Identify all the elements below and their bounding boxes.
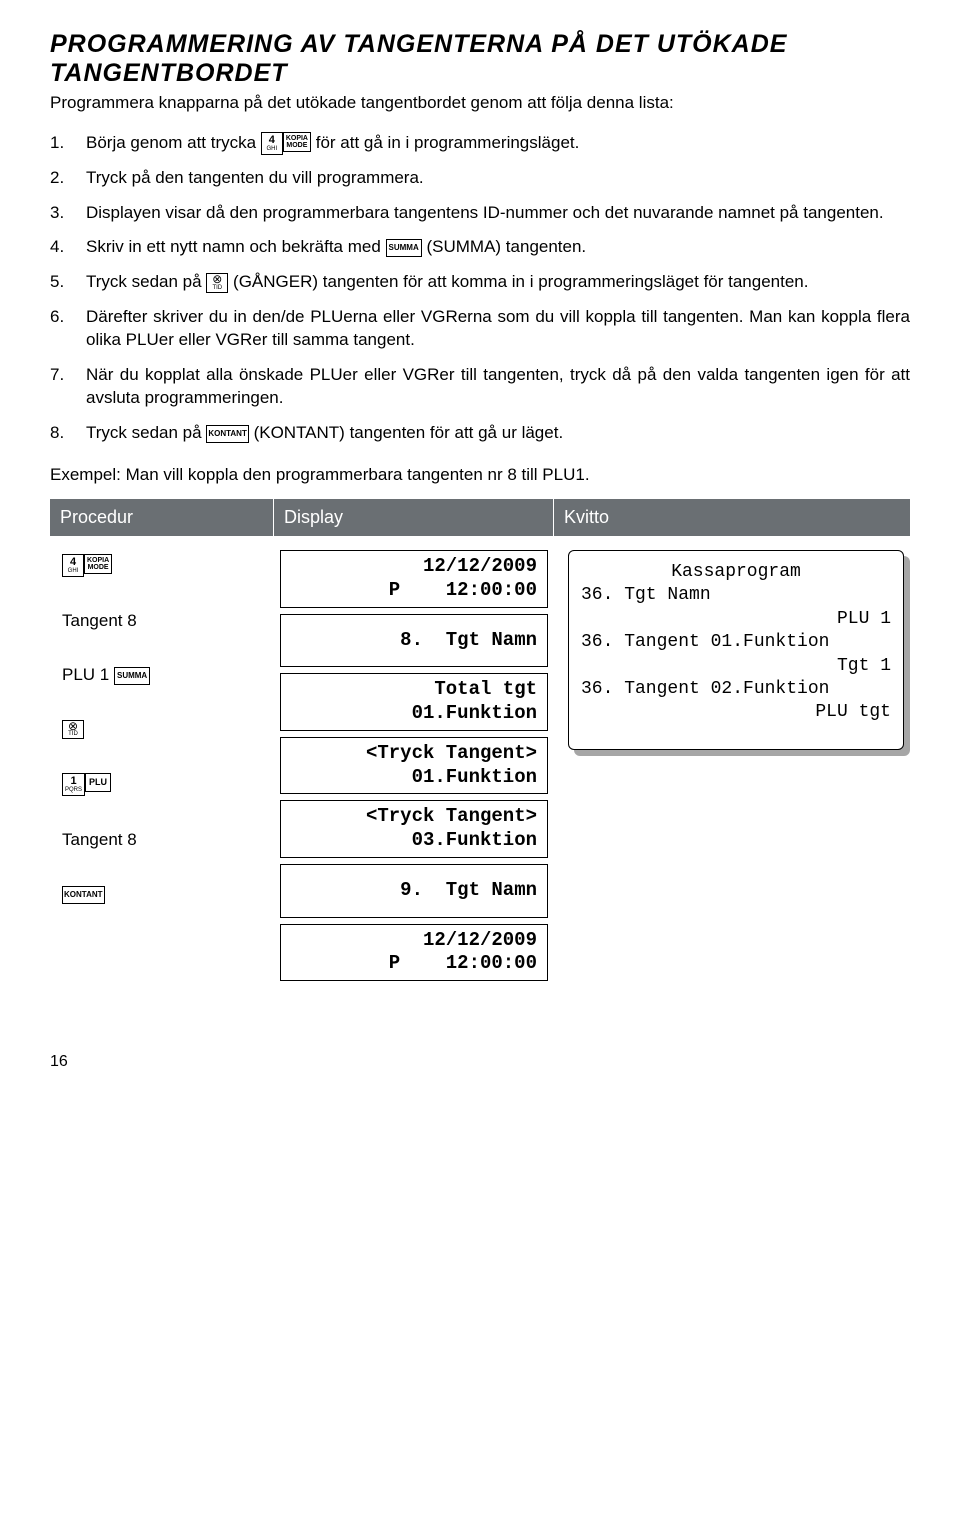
table-header: Procedur Display Kvitto [50, 499, 910, 536]
step-8: Tryck sedan på KONTANT (KONTANT) tangent… [50, 422, 910, 445]
display-box-7: 12/12/2009 P 12:00:00 [280, 924, 548, 982]
key-4: 4GHI [261, 132, 283, 155]
receipt-line-2: 36. Tgt Namn [581, 584, 891, 607]
proc-step-2: Tangent 8 [62, 611, 262, 631]
receipt-column: Kassaprogram 36. Tgt Namn PLU 1 36. Tang… [554, 536, 910, 756]
step-1-text-b: för att gå in i programmeringsläget. [316, 133, 580, 152]
page-number: 16 [50, 1053, 910, 1071]
proc-step-3: PLU 1 SUMMA [62, 665, 262, 685]
receipt-line-6: 36. Tangent 02.Funktion [581, 678, 891, 701]
step-5-text-b: (GÅNGER) tangenten för att komma in i pr… [233, 272, 808, 291]
header-kvitto: Kvitto [554, 499, 910, 536]
example-label: Exempel: Man vill koppla den programmerb… [50, 465, 910, 485]
header-display: Display [274, 499, 554, 536]
proc-step-5: 1PQRSPLU [62, 773, 262, 796]
key-4-mode: 4GHIKOPIAMODE [261, 132, 311, 155]
key-1: 1PQRS [62, 773, 85, 796]
step-3: Displayen visar då den programmerbara ta… [50, 202, 910, 225]
proc-step-7: KONTANT [62, 884, 262, 904]
receipt-line-7: PLU tgt [581, 701, 891, 724]
example-table: Procedur Display Kvitto 4GHIKOPIAMODE Ta… [50, 499, 910, 993]
step-7: När du kopplat alla önskade PLUer eller … [50, 364, 910, 410]
display-box-1: 12/12/2009 P 12:00:00 [280, 550, 548, 608]
receipt-line-4: 36. Tangent 01.Funktion [581, 631, 891, 654]
step-5: Tryck sedan på ⊗TID (GÅNGER) tangenten f… [50, 271, 910, 294]
receipt-box: Kassaprogram 36. Tgt Namn PLU 1 36. Tang… [568, 550, 904, 750]
receipt-line-3: PLU 1 [581, 608, 891, 631]
procedure-column: 4GHIKOPIAMODE Tangent 8 PLU 1 SUMMA ⊗TID… [50, 536, 274, 948]
display-box-4: <Tryck Tangent> 01.Funktion [280, 737, 548, 795]
proc-step-6: Tangent 8 [62, 830, 262, 850]
receipt-line-1: Kassaprogram [581, 561, 891, 584]
header-procedur: Procedur [50, 499, 274, 536]
key-summa: SUMMA [386, 239, 422, 257]
proc-step-1: 4GHIKOPIAMODE [62, 554, 262, 577]
display-box-6: 9. Tgt Namn [280, 864, 548, 918]
display-box-2: 8. Tgt Namn [280, 614, 548, 668]
key-summa: SUMMA [114, 667, 150, 685]
step-5-text-a: Tryck sedan på [86, 272, 206, 291]
step-4-text-b: (SUMMA) tangenten. [426, 237, 586, 256]
key-kopia-mode: KOPIAMODE [283, 132, 311, 152]
step-4-text-a: Skriv in ett nytt namn och bekräfta med [86, 237, 386, 256]
proc-plu1-label: PLU 1 [62, 665, 114, 684]
key-tid: ⊗TID [206, 273, 228, 293]
step-8-text-a: Tryck sedan på [86, 423, 206, 442]
display-column: 12/12/2009 P 12:00:00 8. Tgt Namn Total … [274, 536, 554, 993]
steps-list: Börja genom att trycka 4GHIKOPIAMODE för… [50, 132, 910, 445]
step-2: Tryck på den tangenten du vill programme… [50, 167, 910, 190]
receipt-line-5: Tgt 1 [581, 655, 891, 678]
display-box-3: Total tgt 01.Funktion [280, 673, 548, 731]
step-6: Därefter skriver du in den/de PLUerna el… [50, 306, 910, 352]
page-title: PROGRAMMERING AV TANGENTERNA PÅ DET UTÖK… [50, 30, 910, 88]
step-1-text-a: Börja genom att trycka [86, 133, 261, 152]
key-kopia-mode: KOPIAMODE [84, 554, 112, 574]
key-kontant: KONTANT [206, 425, 249, 443]
key-kontant: KONTANT [62, 886, 105, 904]
step-8-text-b: (KONTANT) tangenten för att gå ur läget. [254, 423, 564, 442]
display-box-5: <Tryck Tangent> 03.Funktion [280, 800, 548, 858]
key-plu: PLU [85, 773, 111, 792]
intro-text: Programmera knapparna på det utökade tan… [50, 92, 910, 114]
step-1: Börja genom att trycka 4GHIKOPIAMODE för… [50, 132, 910, 155]
key-4: 4GHI [62, 554, 84, 577]
step-4: Skriv in ett nytt namn och bekräfta med … [50, 236, 910, 259]
key-tid: ⊗TID [62, 720, 84, 740]
proc-step-4: ⊗TID [62, 719, 262, 739]
